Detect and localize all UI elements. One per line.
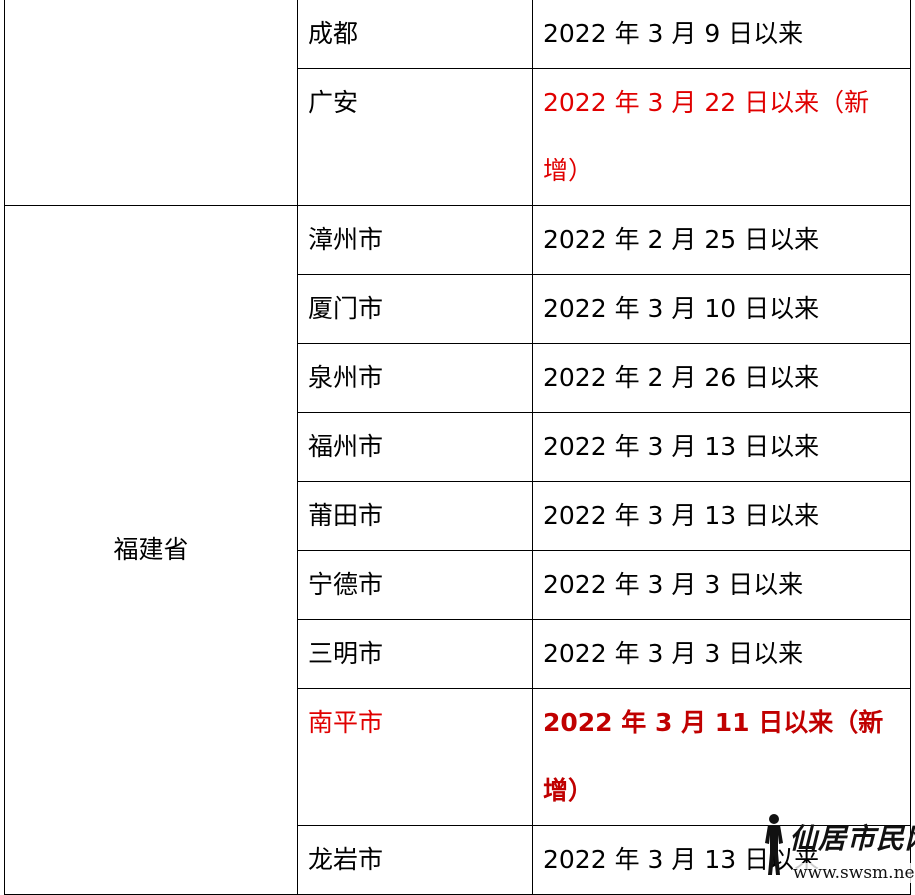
- date-cell: 2022 年 3 月 3 日以来: [532, 619, 911, 689]
- date-cell: 2022 年 3 月 10 日以来: [532, 274, 911, 344]
- date-cell: 2022 年 3 月 13 日以来: [532, 481, 911, 551]
- province-cell-continued: [4, 0, 298, 206]
- date-cell: 2022 年 3 月 9 日以来: [532, 0, 911, 69]
- date-cell: 2022 年 3 月 3 日以来: [532, 550, 911, 620]
- city-cell: 成都: [297, 0, 533, 69]
- city-cell: 泉州市: [297, 343, 533, 413]
- city-cell: 莆田市: [297, 481, 533, 551]
- watermark-url: www.swsm.net: [793, 863, 915, 883]
- date-cell-new: 2022 年 3 月 22 日以来（新增）: [532, 68, 911, 206]
- city-cell: 龙岩市: [297, 825, 533, 895]
- city-cell: 厦门市: [297, 274, 533, 344]
- city-cell: 宁德市: [297, 550, 533, 620]
- city-cell: 漳州市: [297, 205, 533, 275]
- table-row: 福建省 漳州市 2022 年 2 月 25 日以来: [4, 205, 911, 895]
- province-cell: 福建省: [4, 205, 298, 895]
- city-cell-new: 南平市: [297, 688, 533, 826]
- table-row: 成都 2022 年 3 月 9 日以来: [4, 0, 911, 206]
- date-cell-new: 2022 年 3 月 11 日以来（新增）: [532, 688, 911, 826]
- standing-man-silhouette-icon: [765, 814, 783, 875]
- site-watermark: 仙居市民网 www.swsm.net: [759, 813, 915, 883]
- date-cell: 2022 年 2 月 26 日以来: [532, 343, 911, 413]
- region-table: 成都 2022 年 3 月 9 日以来 广安 2022 年 3 月 22 日以来…: [4, 0, 911, 895]
- city-cell: 三明市: [297, 619, 533, 689]
- date-cell: 2022 年 3 月 13 日以来: [532, 412, 911, 482]
- city-cell: 福州市: [297, 412, 533, 482]
- city-cell: 广安: [297, 68, 533, 206]
- date-cell: 2022 年 2 月 25 日以来: [532, 205, 911, 275]
- watermark-logo-text: 仙居市民网: [789, 822, 915, 855]
